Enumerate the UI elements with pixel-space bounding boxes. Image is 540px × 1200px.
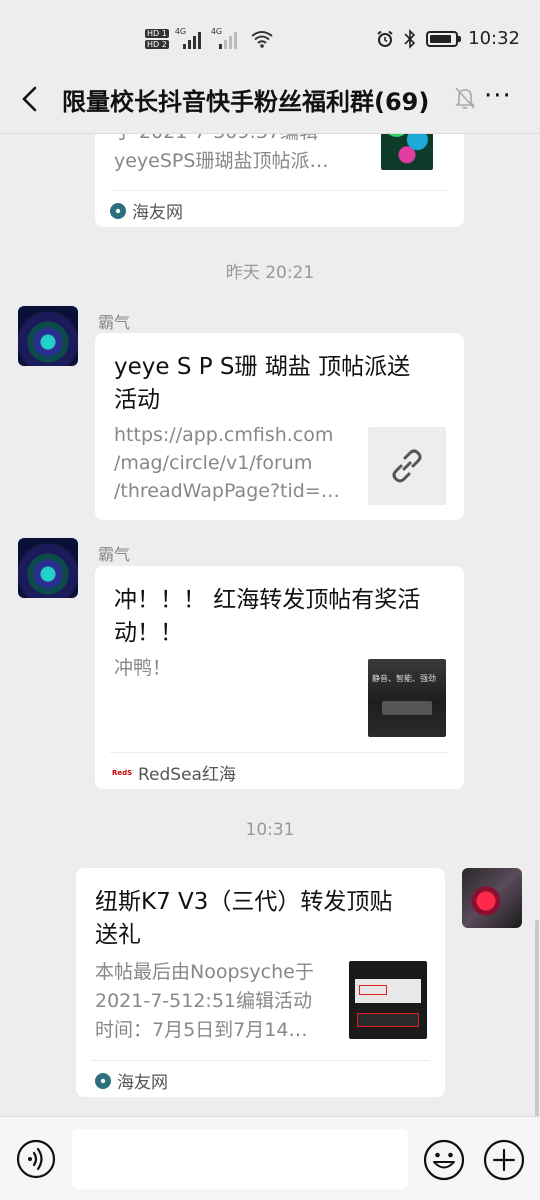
card-title-line1: 纽斯K7 V3（三代）转发顶贴 xyxy=(95,889,393,915)
card-title-line1: 冲！！！ 红海转发顶帖有奖活 xyxy=(114,587,421,613)
card-desc-line2: /mag/circle/v1/forum xyxy=(114,452,313,474)
wifi-icon xyxy=(251,31,273,48)
card-title-line2: 送礼 xyxy=(95,922,141,948)
hd-badges: HD 1 HD 2 xyxy=(145,29,169,49)
link-thumbnail xyxy=(368,427,446,505)
more-menu-button[interactable]: ··· xyxy=(484,83,512,109)
haiyou-logo-icon xyxy=(95,1072,111,1089)
sender-name: 霸气 xyxy=(98,313,131,332)
card-desc-line2: 2021-7-512:51编辑活动 xyxy=(95,990,312,1012)
card-source: RedSea RedSea红海 xyxy=(112,760,236,785)
link-card-k7[interactable]: 纽斯K7 V3（三代）转发顶贴 送礼 本帖最后由Noopsyche于 2021-… xyxy=(76,868,445,1097)
card-title-line2: 动！！ xyxy=(114,620,183,646)
card-source: 海友网 xyxy=(95,1068,168,1093)
network-indicators: HD 1 HD 2 4G 4G xyxy=(145,24,273,54)
chat-title: 限量校长抖音快手粉丝福利群(69) xyxy=(62,88,430,116)
scrollbar[interactable] xyxy=(535,920,539,1116)
card-desc-line2: yeyeSPS珊瑚盐顶帖派… xyxy=(114,150,329,172)
battery-icon xyxy=(426,30,462,47)
redsea-logo-icon: RedSea xyxy=(112,768,132,777)
message-input[interactable] xyxy=(72,1129,408,1189)
link-icon xyxy=(392,449,422,483)
card-divider xyxy=(110,190,449,191)
status-time: 10:32 xyxy=(468,28,520,49)
card-divider xyxy=(91,1060,430,1061)
bluetooth-icon xyxy=(404,28,416,49)
input-bar xyxy=(0,1116,540,1200)
card-source-label: 海友网 xyxy=(132,203,183,223)
avatar[interactable] xyxy=(18,306,78,366)
link-card-yeye[interactable]: yeye S P S珊 瑚盐 顶帖派送 活动 https://app.cmfis… xyxy=(95,333,464,520)
card-desc-line3: 时间：7月5日到7月14… xyxy=(95,1019,308,1041)
timestamp: 昨天 20:21 xyxy=(225,263,315,283)
card-desc-line1: 冲鸭！ xyxy=(114,657,172,679)
emoji-icon[interactable] xyxy=(423,1139,465,1181)
alarm-icon xyxy=(377,30,393,47)
card-thumbnail xyxy=(349,961,427,1039)
signal-1-label: 4G xyxy=(174,27,187,36)
timestamp: 10:31 xyxy=(245,820,295,840)
card-title-line1: yeye S P S珊 瑚盐 顶帖派送 xyxy=(114,354,411,380)
thumb-caption: 静音、智能、强劲 xyxy=(372,674,436,683)
my-avatar[interactable] xyxy=(462,868,522,928)
card-source: 海友网 xyxy=(110,198,183,223)
card-desc-line1: https://app.cmfish.com xyxy=(114,424,334,446)
card-desc-line1: 于 2021-7-309:37编辑 xyxy=(114,134,318,147)
sender-name: 霸气 xyxy=(98,545,131,564)
signal-2-icon: 4G xyxy=(210,27,241,49)
card-title-line2: 活动 xyxy=(114,387,160,413)
card-thumbnail: 静音、智能、强劲 xyxy=(368,659,446,737)
link-card-redsea[interactable]: 冲！！！ 红海转发顶帖有奖活 动！！ 冲鸭！ 静音、智能、强劲 RedSea R… xyxy=(95,566,464,789)
status-right: 10:32 xyxy=(376,28,520,49)
card-divider xyxy=(110,752,449,753)
bell-off-icon xyxy=(455,87,475,109)
avatar[interactable] xyxy=(18,538,78,598)
status-bar: HD 1 HD 2 4G 4G 10:32 xyxy=(0,0,540,80)
haiyou-logo-icon xyxy=(110,202,126,219)
plus-icon[interactable] xyxy=(483,1139,525,1181)
signal-1-icon: 4G xyxy=(174,27,205,49)
card-source-label: RedSea红海 xyxy=(138,765,236,785)
card-thumbnail xyxy=(381,134,433,170)
signal-2-label: 4G xyxy=(210,27,223,36)
link-card-haiyou-1[interactable]: 于 2021-7-309:37编辑 yeyeSPS珊瑚盐顶帖派… 海友网 xyxy=(95,134,464,227)
hd1-badge: HD 1 xyxy=(145,29,169,38)
hd2-badge: HD 2 xyxy=(145,40,169,49)
card-desc-line3: /threadWapPage?tid=… xyxy=(114,480,340,502)
voice-icon[interactable] xyxy=(16,1139,56,1179)
chat-header: 限量校长抖音快手粉丝福利群(69) ··· xyxy=(0,72,540,134)
back-icon[interactable] xyxy=(16,84,46,114)
card-desc-line1: 本帖最后由Noopsyche于 xyxy=(95,961,314,983)
chat-messages[interactable]: 于 2021-7-309:37编辑 yeyeSPS珊瑚盐顶帖派… 海友网 昨天 … xyxy=(0,134,540,1116)
card-source-label: 海友网 xyxy=(117,1073,168,1093)
